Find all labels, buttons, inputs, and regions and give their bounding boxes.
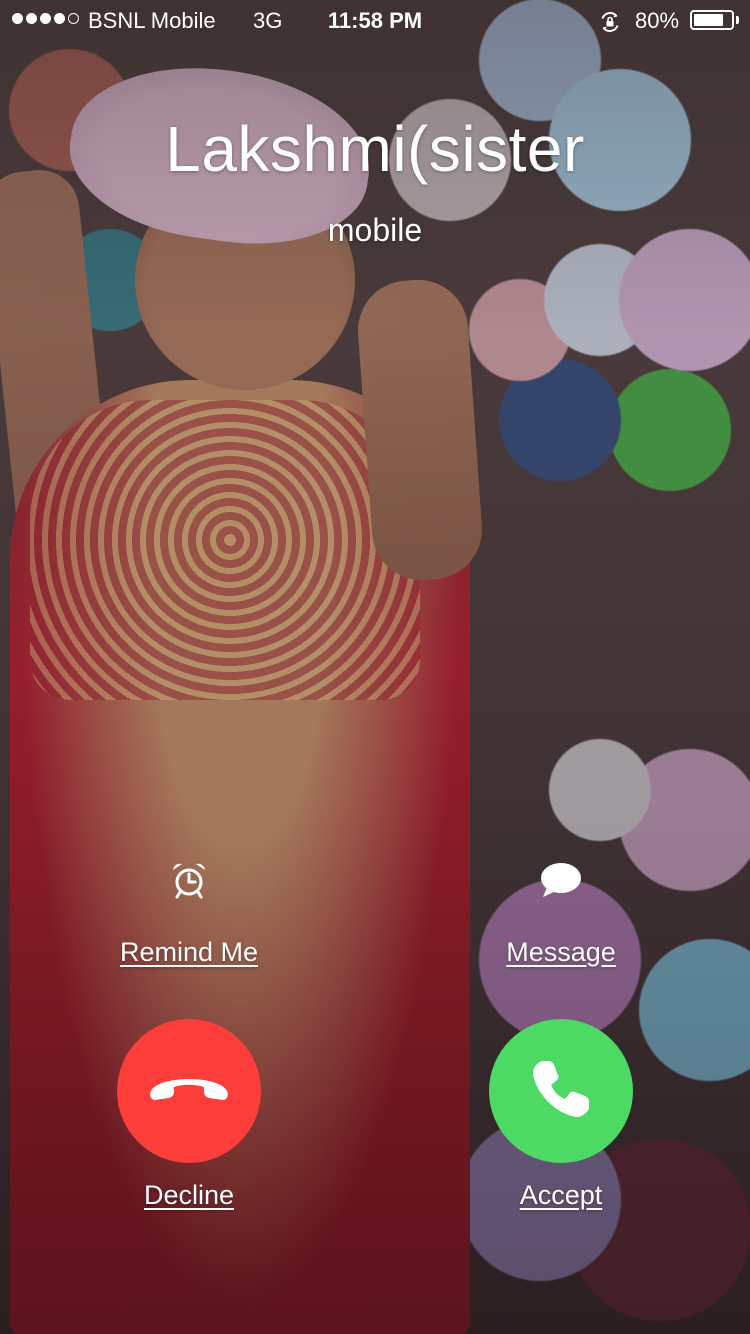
- remind-me-button[interactable]: Remind Me: [69, 860, 309, 968]
- battery-tip: [736, 16, 739, 24]
- remind-me-label: Remind Me: [119, 937, 259, 967]
- message-label: Message: [506, 937, 616, 967]
- photo-dim-overlay: [0, 0, 750, 1334]
- accept-button[interactable]: [489, 1019, 633, 1163]
- battery-icon: [690, 10, 734, 30]
- alarm-clock-icon: [69, 860, 309, 905]
- status-bar: BSNL Mobile 3G 11:58 PM 80%: [0, 0, 750, 40]
- caller-name: Lakshmi(sister: [165, 113, 585, 185]
- phone-icon: [529, 1057, 593, 1126]
- decline-label: Decline: [143, 1180, 235, 1210]
- speech-bubble-icon: [441, 860, 681, 905]
- phone-hangup-icon: [147, 1069, 231, 1114]
- accept-label: Accept: [519, 1180, 603, 1210]
- battery-level-fill: [694, 14, 723, 26]
- rotation-lock-icon: [598, 10, 622, 40]
- battery-percentage: 80%: [635, 8, 680, 33]
- decline-button[interactable]: [117, 1019, 261, 1163]
- message-button[interactable]: Message: [441, 860, 681, 968]
- caller-number-label: mobile: [327, 212, 423, 248]
